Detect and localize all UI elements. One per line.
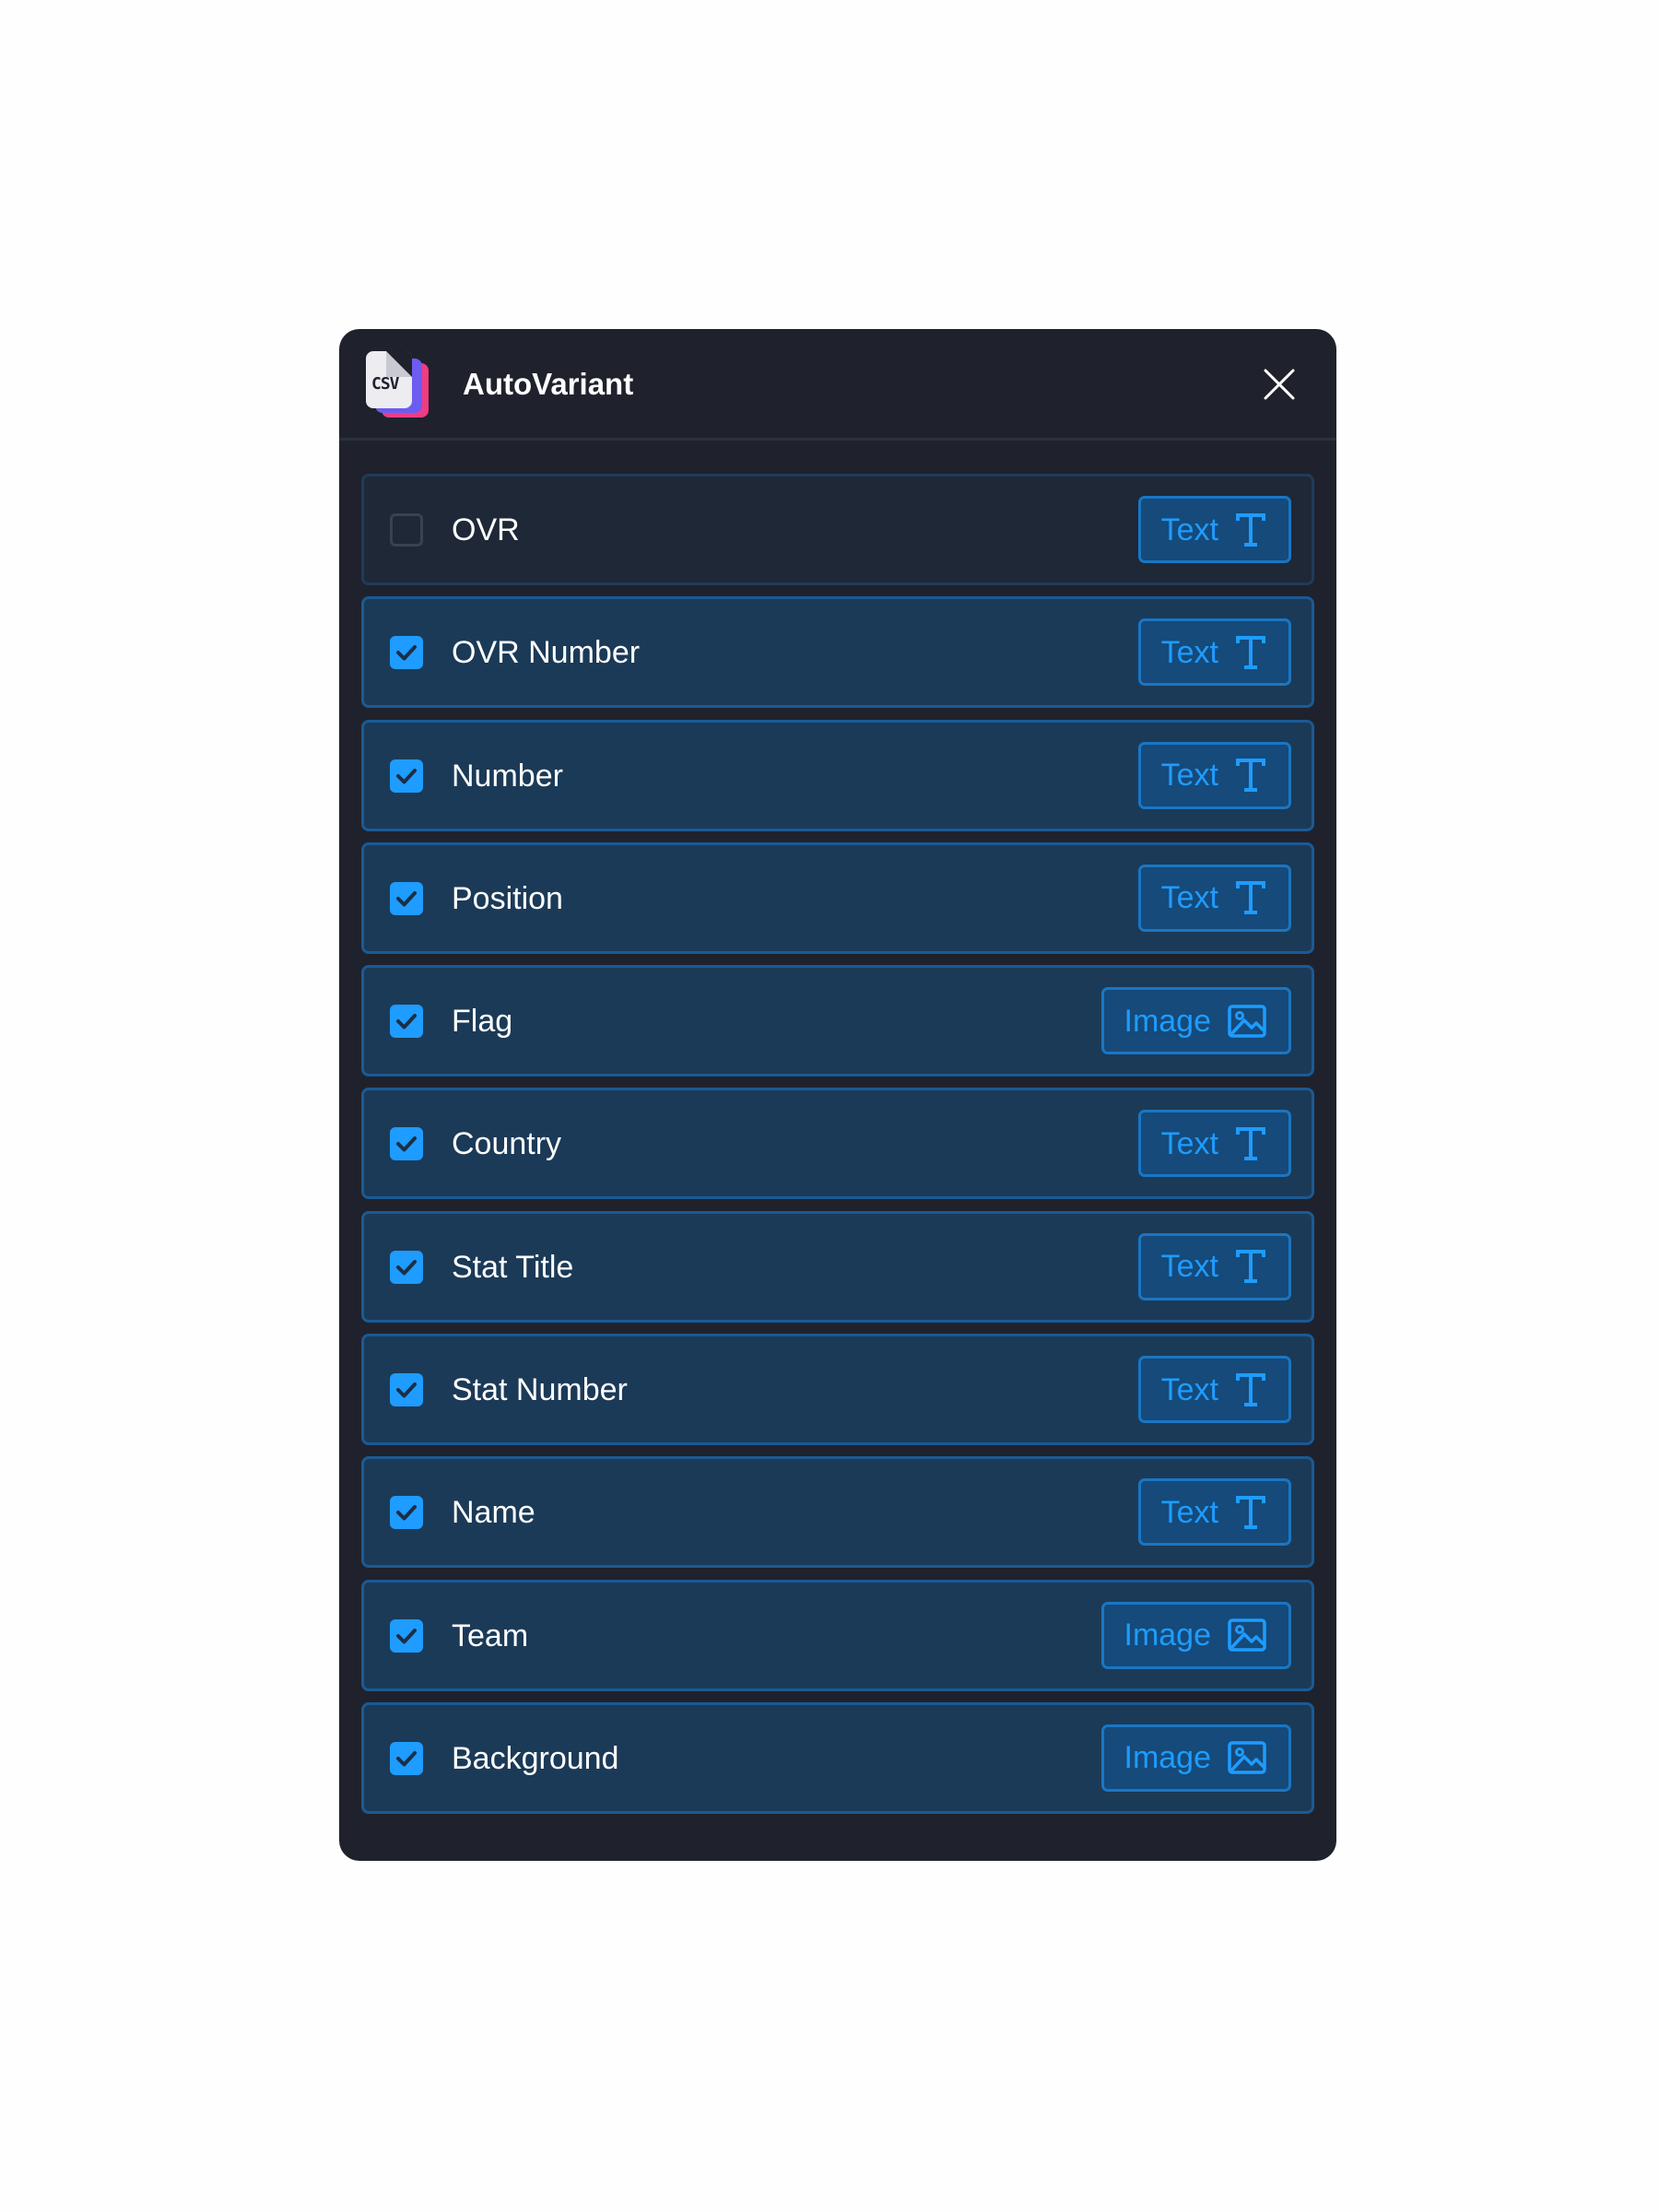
field-type-button[interactable]: Text: [1137, 496, 1291, 563]
field-checkbox[interactable]: [390, 1373, 423, 1407]
check-icon: [396, 1259, 417, 1276]
field-label: Position: [452, 880, 563, 916]
field-checkbox[interactable]: [390, 636, 423, 670]
check-icon: [396, 890, 417, 907]
text-type-icon: [1236, 881, 1265, 915]
image-type-icon: [1228, 1618, 1266, 1652]
field-type-label: Image: [1124, 1618, 1212, 1653]
field-checkbox[interactable]: [390, 759, 423, 793]
field-type-label: Text: [1160, 880, 1218, 916]
field-checkbox[interactable]: [390, 1618, 423, 1653]
field-type-button[interactable]: Text: [1137, 1232, 1291, 1300]
check-icon: [396, 1382, 417, 1398]
check-icon: [396, 1750, 417, 1767]
field-checkbox[interactable]: [390, 1127, 423, 1161]
field-type-button[interactable]: Text: [1137, 618, 1291, 687]
text-type-icon: [1236, 512, 1265, 547]
field-row[interactable]: OVR Number Text: [361, 596, 1314, 709]
field-label: Background: [452, 1740, 619, 1776]
field-label: Country: [452, 1126, 562, 1162]
field-type-label: Text: [1160, 634, 1218, 670]
field-row[interactable]: Background Image: [361, 1701, 1314, 1814]
check-icon: [396, 1505, 417, 1521]
field-label: Name: [452, 1495, 535, 1531]
field-row[interactable]: Flag Image: [361, 965, 1314, 1077]
text-type-icon: [1236, 1495, 1265, 1529]
field-type-button[interactable]: Image: [1100, 1601, 1291, 1669]
field-label: Stat Title: [452, 1249, 574, 1285]
check-icon: [396, 645, 417, 661]
field-label: Stat Number: [452, 1372, 628, 1408]
field-row[interactable]: Country Text: [361, 1088, 1314, 1200]
autovariant-dialog: CSV AutoVariant OVR Text OVR Number Text Num…: [339, 329, 1336, 1861]
field-label: Flag: [452, 1004, 513, 1040]
csv-logo-icon: CSV: [366, 351, 440, 425]
field-type-button[interactable]: Text: [1137, 1356, 1291, 1424]
field-label: OVR Number: [452, 635, 641, 671]
text-type-icon: [1236, 635, 1265, 669]
field-checkbox[interactable]: [390, 1005, 423, 1039]
image-type-icon: [1228, 1004, 1266, 1038]
check-icon: [396, 1628, 417, 1644]
field-checkbox[interactable]: [390, 881, 423, 915]
logo-text: CSV: [371, 374, 399, 394]
check-icon: [396, 1014, 417, 1030]
field-row[interactable]: Stat Title Text: [361, 1210, 1314, 1323]
field-row[interactable]: Stat Number Text: [361, 1334, 1314, 1446]
close-button[interactable]: [1261, 366, 1298, 403]
field-row[interactable]: Number Text: [361, 719, 1314, 831]
field-row[interactable]: OVR Text: [361, 474, 1314, 585]
field-label: Team: [452, 1618, 529, 1653]
check-icon: [396, 768, 417, 784]
field-type-button[interactable]: Text: [1137, 741, 1291, 809]
field-type-label: Text: [1160, 512, 1218, 547]
close-icon: [1264, 369, 1295, 400]
field-label: OVR: [452, 512, 520, 547]
field-type-button[interactable]: Text: [1137, 864, 1291, 932]
check-icon: [396, 1136, 417, 1152]
field-label: Number: [452, 758, 563, 794]
field-type-label: Image: [1124, 1003, 1212, 1039]
image-type-icon: [1228, 1741, 1266, 1775]
field-type-label: Text: [1160, 1125, 1218, 1161]
field-type-label: Text: [1160, 1249, 1218, 1285]
text-type-icon: [1236, 1250, 1265, 1284]
field-checkbox[interactable]: [390, 1250, 423, 1284]
field-type-label: Text: [1160, 758, 1218, 794]
text-type-icon: [1236, 1372, 1265, 1406]
dialog-header: CSV AutoVariant: [339, 329, 1336, 441]
field-type-label: Image: [1124, 1740, 1212, 1776]
field-list: OVR Text OVR Number Text Number Text Position T…: [361, 474, 1314, 1825]
field-row[interactable]: Team Image: [361, 1579, 1314, 1691]
field-type-button[interactable]: Text: [1137, 1110, 1291, 1178]
field-type-label: Text: [1160, 1371, 1218, 1407]
field-checkbox[interactable]: [390, 513, 423, 547]
field-type-label: Text: [1160, 1494, 1218, 1530]
field-type-button[interactable]: Image: [1100, 1724, 1291, 1792]
field-checkbox[interactable]: [390, 1496, 423, 1530]
field-type-button[interactable]: Image: [1100, 987, 1291, 1055]
dialog-title: AutoVariant: [463, 367, 634, 401]
field-type-button[interactable]: Text: [1137, 1478, 1291, 1547]
field-checkbox[interactable]: [390, 1741, 423, 1775]
field-row[interactable]: Name Text: [361, 1456, 1314, 1569]
field-row[interactable]: Position Text: [361, 841, 1314, 954]
text-type-icon: [1236, 759, 1265, 793]
text-type-icon: [1236, 1126, 1265, 1160]
